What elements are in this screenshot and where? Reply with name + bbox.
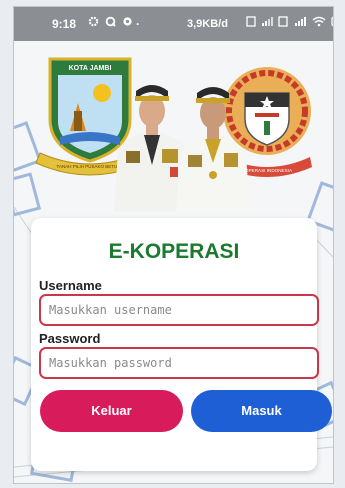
kota-jambi-emblem	[48, 57, 132, 163]
status-time: 9:18	[52, 17, 77, 31]
masuk-button[interactable]: Masuk	[191, 390, 332, 432]
status-dot: ·	[136, 17, 140, 31]
wifi-icon	[312, 16, 326, 27]
circle-icon	[105, 16, 116, 27]
sim-icon	[246, 16, 256, 27]
koperasi-emblem	[223, 67, 311, 155]
phone-screen: 9:18 · 3,9KB/d KOTA JAMBI TANAH PILIH PU…	[13, 6, 334, 484]
header-illustration: KOTA JAMBI TANAH PILIH PUSAKO BETUAH KOP…	[35, 57, 312, 211]
koperasi-emblem-ribbon: KOPERASI INDONESIA	[242, 168, 293, 173]
app-title: E-KOPERASI	[108, 240, 240, 263]
gear-icon	[88, 16, 99, 27]
network-speed: 3,9KB/d	[187, 18, 228, 30]
battery-icon	[331, 16, 333, 27]
signal-4g-icon	[295, 17, 306, 26]
password-input[interactable]: Masukkan password	[39, 347, 319, 379]
kota-jambi-emblem-text: KOTA JAMBI	[69, 65, 112, 72]
password-label: Password	[39, 331, 101, 346]
keluar-button[interactable]: Keluar	[40, 390, 183, 432]
status-bar: 9:18 · 3,9KB/d	[14, 7, 333, 41]
sim-icon-2	[278, 16, 288, 27]
kota-jambi-emblem-ribbon: TANAH PILIH PUSAKO BETUAH	[57, 164, 124, 169]
username-input[interactable]: Masukkan username	[39, 294, 319, 326]
status-icons-left	[88, 16, 133, 27]
signal-icon	[262, 17, 273, 26]
status-icons-right	[246, 16, 333, 27]
header-banner: KOTA JAMBI TANAH PILIH PUSAKO BETUAH KOP…	[14, 41, 333, 211]
username-label: Username	[39, 278, 102, 293]
settings-icon	[123, 17, 132, 26]
